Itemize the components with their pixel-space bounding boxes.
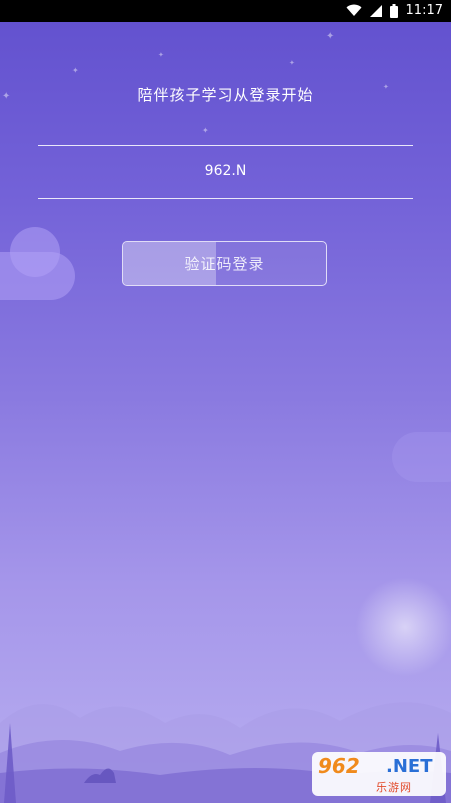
star-decoration: ✦ bbox=[158, 51, 164, 59]
watermark-subtitle: 乐游网 bbox=[376, 781, 412, 794]
status-icons: 11:17 bbox=[346, 3, 443, 18]
status-bar: 11:17 bbox=[0, 0, 451, 22]
input-top-divider bbox=[38, 145, 413, 146]
cloud-decoration bbox=[10, 227, 60, 277]
cellular-icon bbox=[369, 5, 382, 17]
sms-login-button[interactable]: 验证码登录 bbox=[122, 241, 327, 286]
star-decoration: ✦ bbox=[202, 126, 209, 135]
login-screen: ✦ ✦ ✦ ✦ ✦ ✦ ✦ 陪伴孩子学习从登录开始 962.N 验证码登录 96… bbox=[0, 22, 451, 803]
star-decoration: ✦ bbox=[326, 31, 335, 42]
star-decoration: ✦ bbox=[289, 59, 295, 67]
watermark-number: 962 bbox=[318, 754, 360, 778]
button-label: 验证码登录 bbox=[184, 255, 265, 273]
input-underline bbox=[38, 198, 413, 199]
site-watermark-logo: 962 .NET 乐游网 bbox=[312, 752, 446, 796]
cloud-decoration bbox=[392, 432, 451, 482]
clock: 11:17 bbox=[405, 3, 443, 18]
wifi-icon bbox=[346, 4, 362, 16]
battery-icon bbox=[389, 3, 398, 18]
phone-input[interactable]: 962.N bbox=[38, 163, 413, 179]
watermark-domain: .NET bbox=[386, 756, 433, 777]
page-title: 陪伴孩子学习从登录开始 bbox=[137, 86, 314, 104]
star-decoration: ✦ bbox=[72, 66, 79, 75]
